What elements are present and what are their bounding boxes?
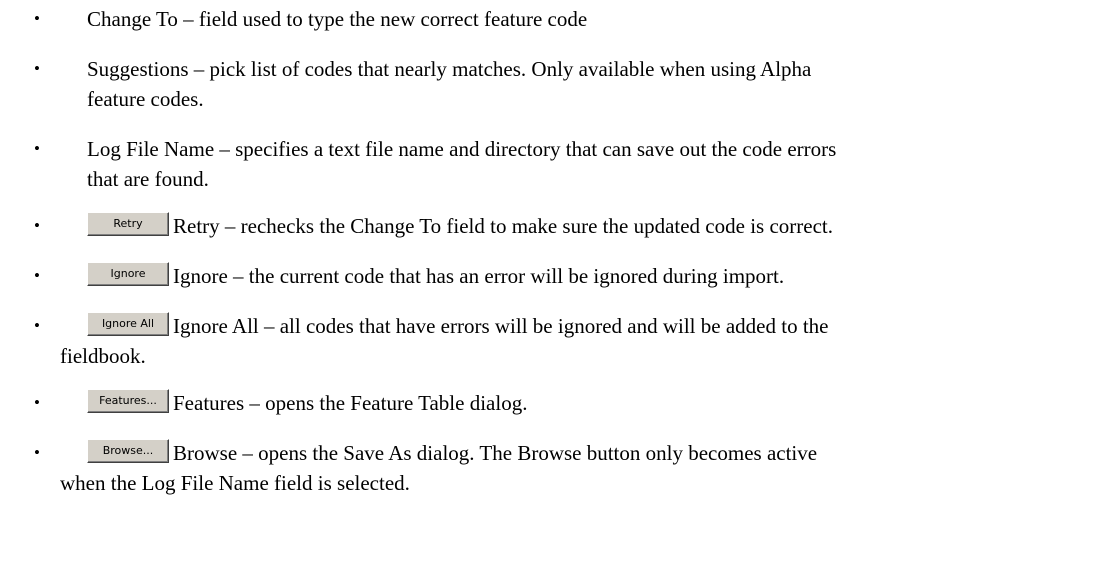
bullet-icon: •	[34, 9, 40, 28]
item-description-continued: when the Log File Name field is selected…	[60, 471, 410, 495]
item-description-continued: feature codes.	[87, 87, 204, 111]
item-description: Retry – rechecks the Change To field to …	[173, 214, 833, 238]
bullet-icon: •	[34, 266, 40, 285]
bullet-icon: •	[34, 393, 40, 412]
retry-button[interactable]: Retry	[87, 212, 169, 236]
item-description: Ignore All – all codes that have errors …	[173, 314, 829, 338]
bullet-icon: •	[34, 316, 40, 335]
ignore-all-button[interactable]: Ignore All	[87, 312, 169, 336]
item-description: Log File Name – specifies a text file na…	[87, 137, 837, 161]
item-description: Suggestions – pick list of codes that ne…	[87, 57, 812, 81]
bullet-icon: •	[34, 139, 40, 158]
ignore-button[interactable]: Ignore	[87, 262, 169, 286]
item-description-continued: fieldbook.	[60, 344, 146, 368]
bullet-icon: •	[34, 216, 40, 235]
item-description-continued: that are found.	[87, 167, 209, 191]
item-description: Browse – opens the Save As dialog. The B…	[173, 441, 818, 465]
bullet-icon: •	[34, 59, 40, 78]
item-description: Change To – field used to type the new c…	[87, 7, 588, 31]
item-description: Ignore – the current code that has an er…	[173, 264, 785, 288]
bullet-icon: •	[34, 443, 40, 462]
item-description: Features – opens the Feature Table dialo…	[173, 391, 528, 415]
browse-button[interactable]: Browse...	[87, 439, 169, 463]
features-button[interactable]: Features...	[87, 389, 169, 413]
